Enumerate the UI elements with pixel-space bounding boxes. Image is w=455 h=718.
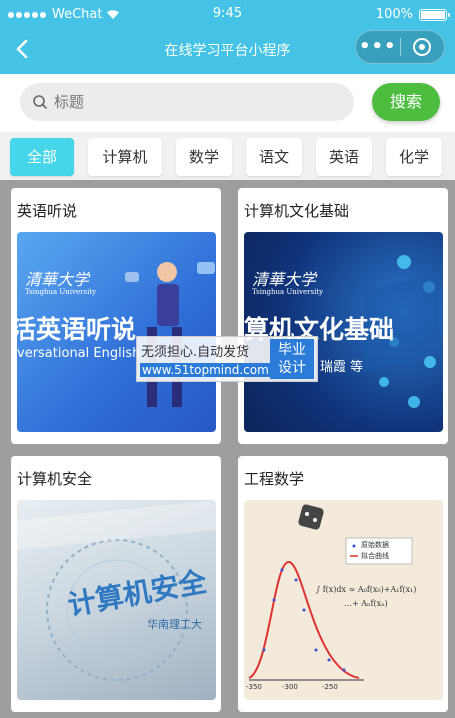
more-menu-button[interactable]: ••• (356, 30, 400, 64)
tab-computer[interactable]: 计算机 (88, 138, 162, 176)
course-card[interactable]: 计算机文化基础 清華大学 Tsinghua University 算机文化基础 … (238, 188, 448, 444)
target-icon (413, 38, 432, 56)
search-area: 搜索 (0, 74, 455, 132)
tab-math[interactable]: 数学 (176, 138, 232, 176)
cover-subtitle: 瑞霞 等 (320, 360, 364, 375)
mini-program-capsule: ••• (355, 30, 445, 64)
course-cover-image: ∫ f(x)dx ≈ A₀f(x₀)+A₁f(x₁) …+ Aₙf(xₙ) 原始… (244, 500, 443, 700)
close-mini-program-button[interactable] (400, 38, 444, 56)
battery-icon (419, 8, 450, 21)
watermark-banner: 无须担心.自动发货 www.51topmind.com 毕业 设计 (136, 336, 318, 382)
logo-subtext: Tsinghua University (252, 288, 324, 296)
cover-subtitle: 华南理工大 (147, 618, 202, 631)
course-title: 计算机安全 (17, 470, 93, 488)
axis-tick-label: -250 (322, 683, 338, 691)
course-card[interactable]: 计算机安全 计算机安全 华南理工大 (11, 456, 221, 712)
cover-title: 活英语听说 (17, 315, 137, 344)
search-icon (33, 95, 47, 109)
search-button[interactable]: 搜索 (372, 83, 440, 121)
svg-text:…+ Aₙf(xₙ): …+ Aₙf(xₙ) (344, 599, 388, 608)
axis-tick-label: -350 (246, 683, 262, 691)
top-bar: WeChat 9:45 100% 在线学习平台小程序 ••• (0, 0, 455, 74)
logo-text: 清華大学 (25, 270, 90, 289)
watermark-badge-line2: 设计 (278, 360, 306, 376)
logo-text: 清華大学 (252, 270, 317, 289)
svg-text:∫ f(x)dx ≈ A₀f(x₀)+A₁f(x₁): ∫ f(x)dx ≈ A₀f(x₀)+A₁f(x₁) (316, 585, 416, 594)
battery-area: 100% (375, 7, 450, 22)
status-bar: WeChat 9:45 100% (0, 0, 455, 30)
course-cover-image: 清華大学 Tsinghua University 活英语听说 versation… (17, 232, 216, 432)
tab-english[interactable]: 英语 (316, 138, 372, 176)
course-cover-image: 清華大学 Tsinghua University 算机文化基础 瑞霞 等 (244, 232, 443, 432)
battery-percent: 100% (375, 7, 413, 22)
course-cover-image: 计算机安全 华南理工大 (17, 500, 216, 700)
logo-subtext: Tsinghua University (25, 288, 97, 296)
cover-illustration: ∫ f(x)dx ≈ A₀f(x₀)+A₁f(x₁) …+ Aₙf(xₙ) (248, 504, 416, 681)
course-card[interactable]: 工程数学 ∫ f(x)dx ≈ A₀f(x₀)+A₁f(x₁) …+ Aₙf(x… (238, 456, 448, 712)
course-title: 英语听说 (17, 202, 78, 220)
category-tabs: 全部 计算机 数学 语文 英语 化学 (0, 132, 455, 180)
tab-chinese[interactable]: 语文 (246, 138, 302, 176)
watermark-badge-line1: 毕业 (278, 342, 306, 358)
course-title: 计算机文化基础 (244, 202, 350, 220)
watermark-line1: 无须担心.自动发货 (141, 345, 250, 360)
nav-bar: 在线学习平台小程序 ••• (0, 30, 455, 70)
axis-tick-label: -300 (282, 683, 298, 691)
search-input[interactable] (54, 93, 314, 111)
tab-chemistry[interactable]: 化学 (386, 138, 442, 176)
course-title: 工程数学 (244, 470, 305, 488)
course-card[interactable]: 英语听说 清華大学 Tsinghua University 活英语听说 vers… (11, 188, 221, 444)
cover-subtitle: versational English (17, 346, 141, 361)
legend-label: 原始数据 (361, 541, 389, 549)
legend-label: 拟合曲线 (361, 552, 389, 560)
search-box[interactable] (20, 83, 354, 121)
tab-all[interactable]: 全部 (10, 138, 74, 176)
watermark-url: www.51topmind.com (140, 363, 271, 377)
watermark-badge: 毕业 设计 (270, 339, 314, 379)
